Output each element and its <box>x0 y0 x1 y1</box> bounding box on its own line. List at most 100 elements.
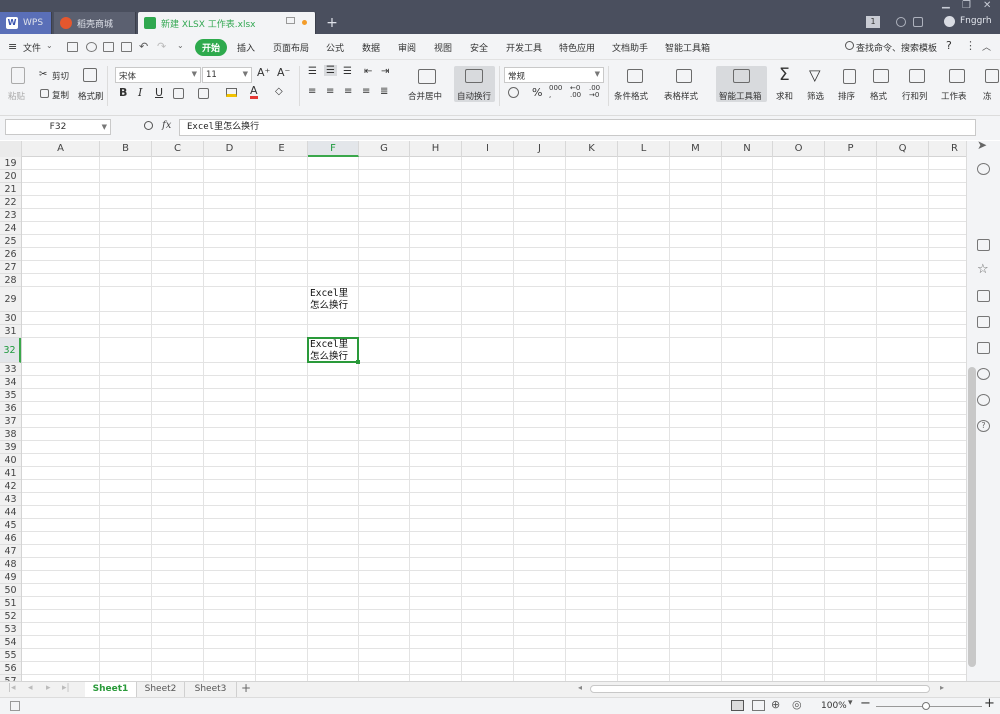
prev-sheet-icon[interactable]: ◂ <box>28 683 33 693</box>
sum-icon[interactable]: Σ <box>779 65 790 85</box>
row-header-28[interactable]: 28 <box>0 274 21 287</box>
command-search[interactable]: 查找命令、搜索模板 <box>856 41 937 54</box>
vertical-scrollbar[interactable] <box>966 157 980 681</box>
save-icon[interactable] <box>67 42 78 52</box>
row-header-38[interactable]: 38 <box>0 428 21 441</box>
column-header-k[interactable]: K <box>566 141 618 157</box>
tab-spreadsheet[interactable]: 新建 XLSX 工作表.xlsx <box>138 12 316 34</box>
help-button[interactable]: ? <box>946 39 952 52</box>
align-center-icon[interactable]: ≡ <box>326 86 334 97</box>
row-header-47[interactable]: 47 <box>0 545 21 558</box>
reading-mode-icon[interactable]: ◎ <box>792 698 802 711</box>
row-header-36[interactable]: 36 <box>0 402 21 415</box>
row-header-39[interactable]: 39 <box>0 441 21 454</box>
italic-button[interactable]: I <box>138 86 142 99</box>
row-header-54[interactable]: 54 <box>0 636 21 649</box>
column-header-g[interactable]: G <box>359 141 410 157</box>
macro-record-icon[interactable] <box>10 701 20 711</box>
menu-view[interactable]: 视图 <box>434 41 452 54</box>
sort-icon[interactable] <box>843 69 856 84</box>
font-size-select[interactable]: 11 ▼ <box>202 67 252 83</box>
sheet-tab-2[interactable]: Sheet2 <box>137 682 185 697</box>
cell-style-icon[interactable] <box>198 88 209 99</box>
column-header-c[interactable]: C <box>152 141 204 157</box>
name-box[interactable]: F32 ▼ <box>5 119 111 135</box>
row-header-44[interactable]: 44 <box>0 506 21 519</box>
minimize-icon[interactable]: ▁ <box>942 0 950 10</box>
thousands-icon[interactable]: 000, <box>549 85 562 99</box>
user-name[interactable]: Fnggrh <box>960 16 992 26</box>
menu-developer[interactable]: 开发工具 <box>506 41 542 54</box>
align-top-icon[interactable]: ☰ <box>308 66 317 77</box>
more-quick-access-icon[interactable]: ⌄ <box>177 41 184 50</box>
unsaved-dot-icon[interactable] <box>302 20 307 25</box>
menu-home[interactable]: 开始 <box>195 39 228 56</box>
menu-data[interactable]: 数据 <box>362 41 380 54</box>
zoom-formula-icon[interactable] <box>144 121 153 130</box>
bold-button[interactable]: B <box>119 86 127 99</box>
decrease-font-icon[interactable]: A⁻ <box>277 66 290 79</box>
normal-view-icon[interactable] <box>731 700 744 711</box>
fill-color-icon[interactable] <box>226 88 237 97</box>
more-options-icon[interactable]: ⋮ <box>965 39 976 52</box>
justify-icon[interactable]: ≡ <box>362 86 370 97</box>
row-header-22[interactable]: 22 <box>0 196 21 209</box>
worksheet-button[interactable]: 工作表 <box>941 90 967 102</box>
avatar[interactable] <box>944 16 955 27</box>
zoom-dropdown-icon[interactable]: ▾ <box>848 698 853 708</box>
worksheet-icon[interactable] <box>949 69 965 83</box>
decrease-decimal-icon[interactable]: .00 →0 <box>589 85 600 99</box>
tab-docer-store[interactable]: 稻壳商城 <box>54 12 136 34</box>
print-preview-icon[interactable] <box>121 42 132 52</box>
conditional-format-button[interactable]: 条件格式 <box>614 90 648 102</box>
column-header-a[interactable]: A <box>22 141 100 157</box>
row-header-21[interactable]: 21 <box>0 183 21 196</box>
smart-toolbox-button[interactable]: 智能工具箱 <box>716 66 767 102</box>
table-style-icon[interactable] <box>676 69 692 83</box>
cell-grid[interactable]: Excel里 怎么换行 Excel里 怎么换行 <box>22 157 966 681</box>
menu-page-layout[interactable]: 页面布局 <box>273 41 309 54</box>
hamburger-icon[interactable]: ≡ <box>8 40 17 53</box>
skin-icon[interactable] <box>896 17 906 27</box>
row-header-20[interactable]: 20 <box>0 170 21 183</box>
row-header-19[interactable]: 19 <box>0 157 21 170</box>
row-header-33[interactable]: 33 <box>0 363 21 376</box>
underline-button[interactable]: U <box>155 86 163 99</box>
font-color-icon[interactable]: A <box>250 85 258 99</box>
new-tab-button[interactable]: + <box>320 12 344 34</box>
undo-icon[interactable]: ↶ <box>139 40 148 53</box>
column-header-m[interactable]: M <box>670 141 722 157</box>
format-button[interactable]: 格式 <box>870 90 887 102</box>
window-count-badge[interactable]: 1 <box>866 16 880 28</box>
conditional-format-icon[interactable] <box>627 69 643 83</box>
tab-wps[interactable]: W WPS <box>0 12 52 34</box>
row-header-30[interactable]: 30 <box>0 312 21 325</box>
column-header-l[interactable]: L <box>618 141 670 157</box>
column-header-b[interactable]: B <box>100 141 152 157</box>
insert-function-button[interactable]: fx <box>162 120 171 131</box>
row-header-43[interactable]: 43 <box>0 493 21 506</box>
indent-decrease-icon[interactable]: ⇤ <box>364 66 372 77</box>
row-header-51[interactable]: 51 <box>0 597 21 610</box>
menu-security[interactable]: 安全 <box>470 41 488 54</box>
share-icon[interactable] <box>86 42 97 52</box>
row-header-29[interactable]: 29 <box>0 287 21 312</box>
select-pointer-icon[interactable]: ➤ <box>977 138 990 152</box>
row-header-50[interactable]: 50 <box>0 584 21 597</box>
row-header-48[interactable]: 48 <box>0 558 21 571</box>
paste-button[interactable]: 粘贴 <box>8 90 25 102</box>
row-header-46[interactable]: 46 <box>0 532 21 545</box>
copy-icon[interactable] <box>40 89 49 98</box>
scroll-right-icon[interactable]: ▸ <box>940 683 944 692</box>
row-header-23[interactable]: 23 <box>0 209 21 222</box>
table-style-button[interactable]: 表格样式 <box>664 90 698 102</box>
menu-doc-assistant[interactable]: 文档助手 <box>612 41 648 54</box>
filter-button[interactable]: 筛选 <box>807 90 824 102</box>
copy-button[interactable]: 复制 <box>52 89 69 101</box>
row-header-27[interactable]: 27 <box>0 261 21 274</box>
page-break-view-icon[interactable]: ⊕ <box>771 698 780 711</box>
sum-button[interactable]: 求和 <box>776 90 793 102</box>
paste-icon[interactable] <box>11 67 25 84</box>
borders-icon[interactable] <box>173 88 184 99</box>
row-header-52[interactable]: 52 <box>0 610 21 623</box>
